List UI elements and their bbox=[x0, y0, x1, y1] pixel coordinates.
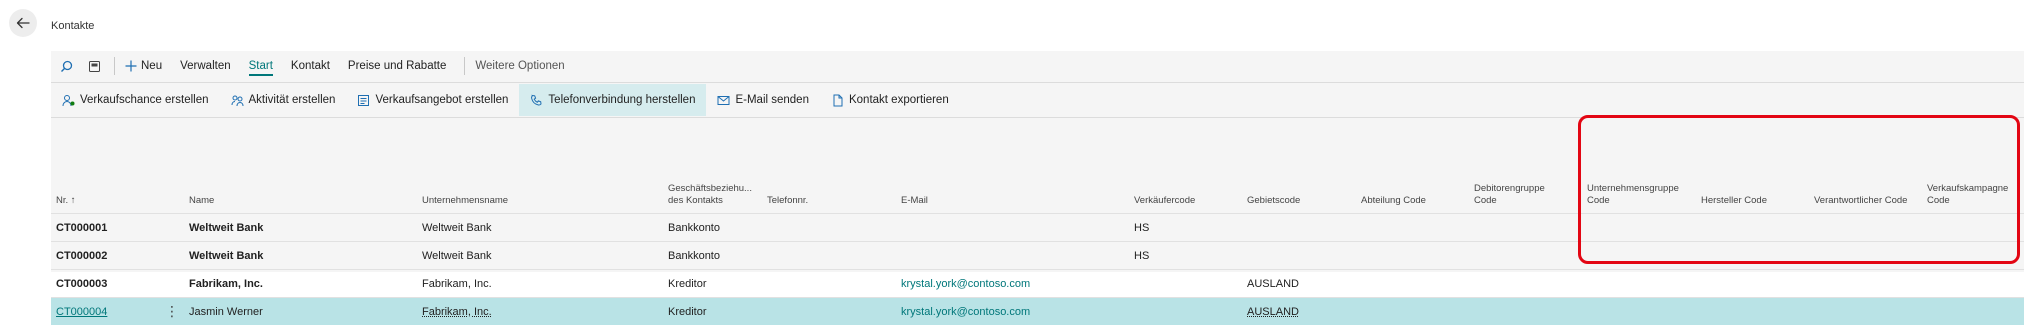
column-header-no[interactable]: Nr. ↑ bbox=[56, 195, 76, 207]
column-header-business-relation[interactable]: Geschäftsbeziehu... des Kontakts bbox=[668, 183, 752, 207]
cell-email[interactable]: krystal.york@contoso.com bbox=[901, 278, 1030, 290]
cell-email[interactable]: krystal.york@contoso.com bbox=[901, 306, 1030, 318]
export-contact-button[interactable]: Kontakt exportieren bbox=[820, 84, 960, 116]
column-header-name[interactable]: Name bbox=[189, 195, 214, 207]
cell-territory: AUSLAND bbox=[1247, 278, 1299, 290]
separator bbox=[114, 57, 115, 75]
cell-business-relation: Kreditor bbox=[668, 278, 707, 290]
more-options-button[interactable]: Weitere Optionen bbox=[475, 60, 564, 72]
create-sales-quote-button[interactable]: Verkaufsangebot erstellen bbox=[346, 84, 519, 116]
cell-business-relation: Kreditor bbox=[668, 306, 707, 318]
cell-territory[interactable]: AUSLAND bbox=[1247, 306, 1299, 318]
email-icon bbox=[717, 95, 730, 105]
column-header-phone[interactable]: Telefonnr. bbox=[767, 195, 808, 207]
create-activity-label: Aktivität erstellen bbox=[248, 94, 336, 106]
plus-icon bbox=[125, 60, 137, 72]
action-bar: Neu Verwalten Start Kontakt Preise und R… bbox=[51, 51, 2024, 81]
send-email-button[interactable]: E-Mail senden bbox=[706, 84, 820, 116]
cell-business-relation: Bankkonto bbox=[668, 222, 720, 234]
tab-prices-discounts[interactable]: Preise und Rabatte bbox=[348, 60, 446, 72]
opportunity-icon bbox=[62, 94, 75, 106]
make-phone-call-button[interactable]: Telefonverbindung herstellen bbox=[519, 84, 707, 116]
document-export-icon bbox=[833, 94, 843, 106]
cell-name: Jasmin Werner bbox=[189, 306, 263, 318]
column-header-salesperson[interactable]: Verkäufercode bbox=[1134, 195, 1195, 207]
open-in-tab-icon[interactable] bbox=[84, 56, 104, 76]
column-header-company[interactable]: Unternehmensname bbox=[422, 195, 508, 207]
cell-business-relation: Bankkonto bbox=[668, 250, 720, 262]
divider bbox=[51, 82, 2024, 83]
column-header-department[interactable]: Abteilung Code bbox=[1361, 195, 1426, 207]
column-header-customer-group[interactable]: Debitorengruppe Code bbox=[1474, 183, 1545, 207]
cell-salesperson: HS bbox=[1134, 250, 1150, 262]
new-label: Neu bbox=[141, 60, 163, 72]
export-contact-label: Kontakt exportieren bbox=[848, 94, 949, 106]
arrow-left-icon bbox=[16, 17, 30, 29]
activity-icon bbox=[231, 95, 243, 106]
cell-company: Weltweit Bank bbox=[422, 250, 492, 262]
search-icon[interactable] bbox=[56, 56, 76, 76]
make-phone-call-label: Telefonverbindung herstellen bbox=[548, 94, 696, 106]
cell-no[interactable]: CT000003 bbox=[56, 278, 107, 290]
cell-no[interactable]: CT000004 bbox=[56, 306, 107, 318]
table-row[interactable]: CT000003 Fabrikam, Inc. Fabrikam, Inc. K… bbox=[51, 269, 2024, 297]
action-subbar: Verkaufschance erstellen Aktivität erste… bbox=[51, 84, 2024, 116]
column-header-email[interactable]: E-Mail bbox=[901, 195, 928, 207]
tab-manage[interactable]: Verwalten bbox=[180, 60, 231, 72]
create-sales-quote-label: Verkaufsangebot erstellen bbox=[375, 94, 509, 106]
sales-quote-icon bbox=[358, 94, 370, 106]
row-actions-icon[interactable]: ⋮ bbox=[165, 303, 179, 320]
cell-name: Weltweit Bank bbox=[189, 250, 264, 262]
back-button[interactable] bbox=[9, 9, 37, 37]
cell-company: Weltweit Bank bbox=[422, 222, 492, 234]
cell-company[interactable]: Fabrikam, Inc. bbox=[422, 306, 492, 318]
tab-contact[interactable]: Kontakt bbox=[291, 60, 330, 72]
new-button[interactable]: Neu bbox=[125, 60, 162, 72]
cell-no[interactable]: CT000001 bbox=[56, 222, 107, 234]
separator bbox=[464, 57, 466, 75]
column-header-territory[interactable]: Gebietscode bbox=[1247, 195, 1300, 207]
send-email-label: E-Mail senden bbox=[735, 94, 809, 106]
phone-icon bbox=[531, 94, 542, 106]
page-title: Kontakte bbox=[51, 20, 95, 32]
create-opportunity-button[interactable]: Verkaufschance erstellen bbox=[51, 84, 220, 116]
cell-no[interactable]: CT000002 bbox=[56, 250, 107, 262]
create-opportunity-label: Verkaufschance erstellen bbox=[80, 94, 209, 106]
tab-start[interactable]: Start bbox=[248, 60, 273, 76]
cell-company: Fabrikam, Inc. bbox=[422, 278, 492, 290]
cell-name: Fabrikam, Inc. bbox=[189, 278, 263, 290]
create-activity-button[interactable]: Aktivität erstellen bbox=[220, 84, 347, 116]
table-row-selected[interactable]: CT000004 ⋮ Jasmin Werner Fabrikam, Inc. … bbox=[51, 297, 2024, 325]
highlight-annotation-box bbox=[1578, 115, 2020, 264]
cell-salesperson: HS bbox=[1134, 222, 1150, 234]
cell-name: Weltweit Bank bbox=[189, 222, 264, 234]
